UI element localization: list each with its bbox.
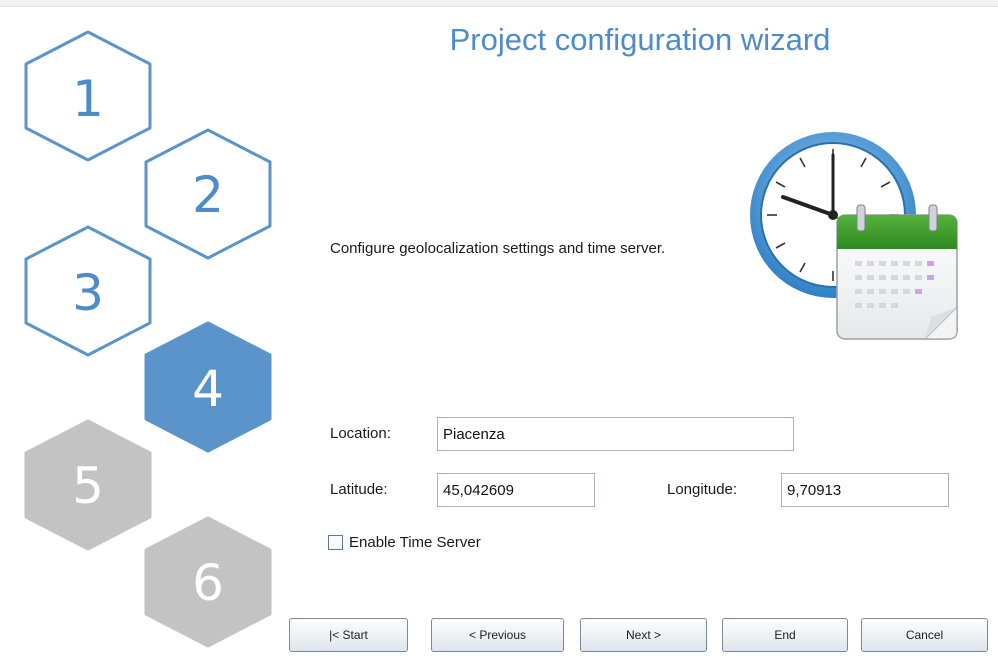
step-6-hexagon: 6 bbox=[144, 516, 272, 648]
step-3-label: 3 bbox=[72, 264, 104, 322]
step-1-hexagon: 1 bbox=[24, 30, 152, 162]
time-server-row[interactable]: Enable Time Server bbox=[328, 534, 481, 551]
wizard-title: Project configuration wizard bbox=[449, 22, 831, 57]
step-4-label: 4 bbox=[192, 360, 224, 418]
step-indicator: 1 2 3 4 5 6 bbox=[24, 30, 272, 648]
latitude-input[interactable] bbox=[437, 473, 595, 507]
cancel-button[interactable]: Cancel bbox=[861, 618, 988, 652]
step-3-hexagon: 3 bbox=[24, 225, 152, 357]
longitude-label: Longitude: bbox=[667, 481, 738, 498]
step-2-label: 2 bbox=[192, 166, 224, 224]
step-4-hexagon: 4 bbox=[144, 321, 272, 453]
latitude-label: Latitude: bbox=[330, 481, 388, 498]
step-1-label: 1 bbox=[72, 70, 104, 128]
clock-calendar-icon bbox=[750, 132, 958, 340]
step-6-label: 6 bbox=[192, 554, 224, 612]
time-server-checkbox[interactable] bbox=[328, 535, 343, 550]
previous-button[interactable]: < Previous bbox=[431, 618, 564, 652]
step-5-hexagon: 5 bbox=[24, 419, 152, 551]
wizard-description: Configure geolocalization settings and t… bbox=[330, 240, 666, 257]
start-button[interactable]: |< Start bbox=[289, 618, 408, 652]
end-button[interactable]: End bbox=[722, 618, 848, 652]
next-button[interactable]: Next > bbox=[580, 618, 707, 652]
location-label: Location: bbox=[330, 425, 391, 442]
longitude-input[interactable] bbox=[781, 473, 949, 507]
time-server-label[interactable]: Enable Time Server bbox=[349, 534, 481, 551]
location-input[interactable] bbox=[437, 417, 794, 451]
step-2-hexagon: 2 bbox=[144, 128, 272, 260]
step-5-label: 5 bbox=[72, 457, 104, 515]
